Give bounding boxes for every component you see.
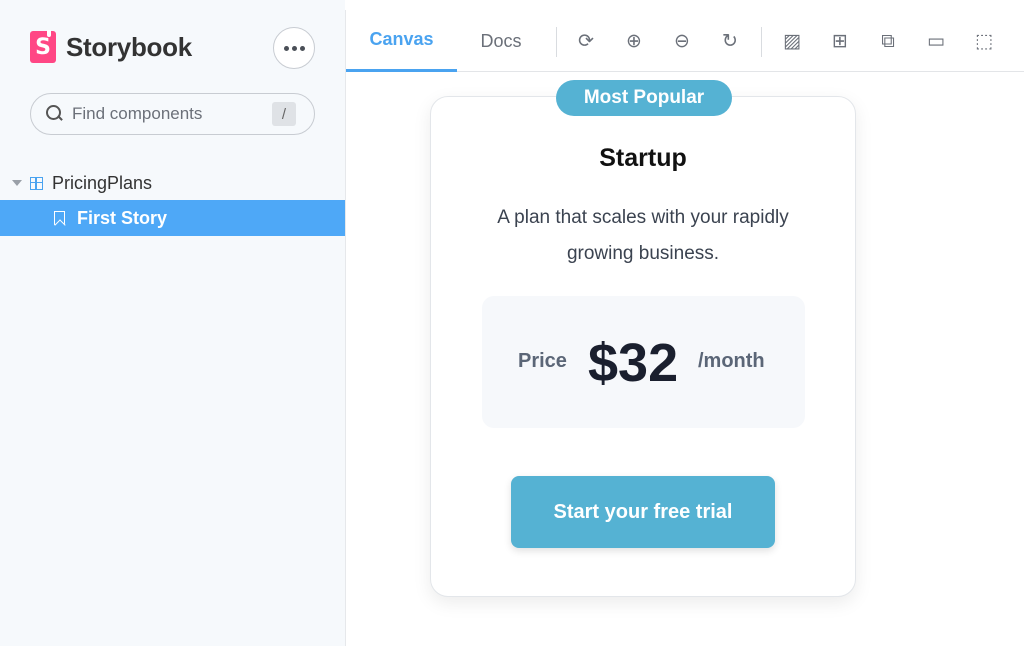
grid-icon[interactable]: ⊞ [829, 30, 851, 52]
zoom-in-icon[interactable]: ⊕ [623, 30, 645, 52]
tree-group-pricingplans[interactable]: PricingPlans [0, 168, 345, 198]
search-input[interactable]: Find components / [30, 93, 315, 135]
brand-name: Storybook [66, 31, 192, 62]
logo-letter: S [35, 34, 51, 60]
toolbar-divider [556, 27, 557, 57]
zoom-reset-icon[interactable]: ↻ [719, 30, 741, 52]
storybook-logo-icon: S [30, 30, 56, 63]
bookmark-icon [54, 211, 65, 225]
search-placeholder: Find components [72, 104, 203, 123]
tab-docs[interactable]: Docs [457, 10, 545, 72]
sidebar: S Storybook Find components / PricingPla… [0, 0, 345, 646]
price-period: /month [698, 350, 765, 372]
ellipsis-icon [283, 45, 289, 51]
tree-group-label: PricingPlans [52, 172, 153, 193]
price-label: Price [518, 350, 567, 372]
most-popular-badge: Most Popular [556, 80, 732, 116]
outline-icon[interactable]: ⬚ [973, 30, 995, 52]
reload-icon[interactable]: ⟳ [575, 30, 597, 52]
measure-icon[interactable]: ▭ [925, 30, 947, 52]
tree-item-label: First Story [77, 207, 168, 228]
viewport-icon[interactable]: ⧉ [877, 30, 899, 52]
tab-canvas[interactable]: Canvas [346, 10, 457, 72]
toolbar: Canvas Docs ⟳ ⊕ ⊖ ↻ ▨ ⊞ ⧉ ▭ ⬚ [346, 10, 1024, 72]
zoom-out-icon[interactable]: ⊖ [671, 30, 693, 52]
plan-description: A plan that scales with your rapidly gro… [497, 207, 789, 264]
tree-item-first-story[interactable]: First Story [0, 200, 345, 236]
storybook-brand[interactable]: S Storybook [30, 30, 192, 63]
component-grid-icon [30, 176, 43, 190]
price-value: $32 [588, 333, 679, 393]
chevron-down-icon[interactable] [12, 180, 22, 186]
search-shortcut-key: / [272, 102, 296, 126]
start-free-trial-button[interactable]: Start your free trial [511, 476, 775, 548]
search-icon [46, 105, 64, 123]
plan-name: Startup [599, 144, 687, 172]
background-icon[interactable]: ▨ [781, 30, 803, 52]
more-options-button[interactable] [273, 27, 315, 69]
toolbar-divider [761, 27, 762, 57]
